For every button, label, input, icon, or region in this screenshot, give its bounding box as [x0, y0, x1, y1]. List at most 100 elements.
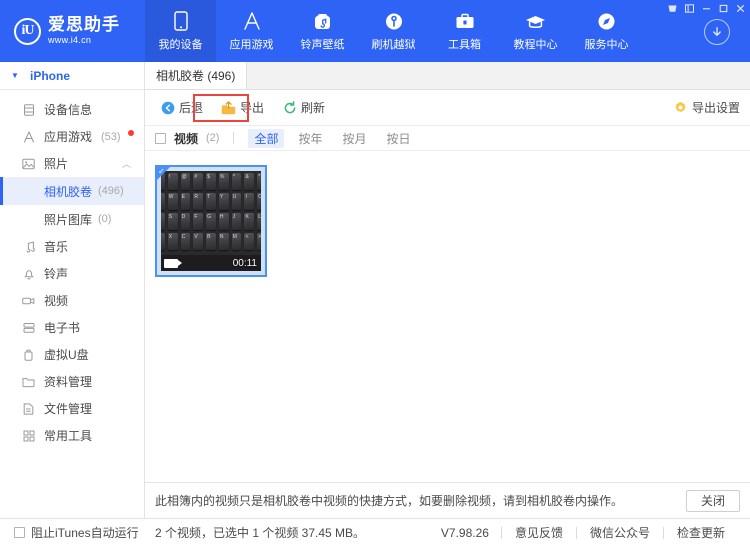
chevron-up-icon: ︿: [121, 159, 131, 169]
back-icon: [160, 100, 175, 115]
nav-item-my-device[interactable]: 我的设备: [145, 0, 216, 62]
sidebar-subitem-count: (496): [98, 185, 124, 197]
device-selector[interactable]: ▼ iPhone: [0, 62, 144, 90]
sidebar-item-label: 铃声: [44, 267, 69, 281]
device-info-icon: [22, 103, 35, 116]
sidebar-item-data-management[interactable]: 资料管理: [0, 368, 144, 395]
video-duration: 00:11: [232, 258, 257, 269]
apps-icon: [22, 130, 35, 143]
graduation-icon: [525, 11, 546, 31]
sidebar-item-photos[interactable]: 照片 ︿: [0, 150, 144, 177]
export-settings-button[interactable]: 导出设置: [673, 99, 740, 116]
folder-icon: [22, 375, 35, 388]
sidebar-item-virtual-usb[interactable]: 虚拟U盘: [0, 341, 144, 368]
filter-count: (2): [206, 132, 220, 144]
sidebar-item-photo-library[interactable]: 照片图库 (0): [0, 205, 144, 233]
brand-logo-area: iU 爱思助手 www.i4.cn: [0, 0, 145, 62]
window-controls: [664, 2, 748, 15]
itunes-checkbox-group: 阻止iTunes自动运行: [0, 524, 145, 541]
select-all-videos-checkbox[interactable]: [155, 132, 166, 144]
nav-item-apps-games[interactable]: 应用游戏: [216, 0, 287, 62]
nav-item-service-center[interactable]: 服务中心: [571, 0, 642, 62]
check-icon: ✓: [158, 167, 165, 176]
notice-text: 此相簿内的视频只是相机胶卷中视频的快捷方式，如要删除视频，请到相机胶卷内操作。: [155, 494, 624, 508]
app-window: iU 爱思助手 www.i4.cn 我的设备 应用游戏 铃声壁纸 刷机越狱 工具…: [0, 0, 750, 546]
export-icon: [221, 100, 236, 115]
sidebar-item-ebook[interactable]: 电子书: [0, 314, 144, 341]
back-button[interactable]: 后退: [153, 96, 210, 119]
brand-url: www.i4.cn: [48, 35, 92, 46]
nav-item-label: 教程中心: [513, 38, 558, 51]
block-itunes-checkbox[interactable]: [14, 527, 25, 538]
sidebar-item-label: 照片: [44, 157, 69, 171]
video-icon: [22, 294, 35, 307]
chevron-down-icon: ▼: [11, 71, 19, 80]
nav-item-label: 铃声壁纸: [300, 38, 345, 51]
phone-icon: [173, 10, 188, 31]
nav-items: 我的设备 应用游戏 铃声壁纸 刷机越狱 工具箱 教程中心 服务中心: [145, 0, 642, 62]
sidebar-subitem-label: 照片图库: [44, 212, 93, 227]
check-update-link[interactable]: 检查更新: [664, 524, 738, 541]
sidebar-item-file-management[interactable]: 文件管理: [0, 395, 144, 422]
sidebar-item-video[interactable]: 视频: [0, 287, 144, 314]
sidebar-item-label: 电子书: [44, 321, 81, 335]
refresh-icon: [282, 100, 297, 115]
sidebar-item-ringtone[interactable]: 铃声: [0, 260, 144, 287]
sidebar-list: 设备信息 应用游戏 (53) 照片 ︿ 相机胶卷 (496) 照片图库 (0) …: [0, 90, 144, 449]
export-button-label: 导出: [240, 101, 265, 115]
filter-chip-all[interactable]: 全部: [248, 128, 285, 148]
brand-name: 爱思助手: [48, 15, 120, 35]
status-summary: 2 个视频，已选中 1 个视频 37.45 MB。: [155, 526, 366, 540]
sidebar-item-music[interactable]: 音乐: [0, 233, 144, 260]
maximize-icon[interactable]: [715, 2, 731, 15]
file-icon: [22, 402, 35, 415]
nav-item-label: 应用游戏: [229, 38, 274, 51]
sidebar-item-label: 视频: [44, 294, 69, 308]
video-thumbnail-item[interactable]: ~!@#$%^&* QWERTYUIO ASDFGHJKL ZXCVBNM<> …: [155, 165, 267, 277]
flash-icon: [385, 11, 403, 31]
main-content: 相机胶卷 (496) 后退 导出 刷新 导出设置 视频 (2) 全部 按年 按月…: [145, 62, 750, 518]
notice-close-button[interactable]: 关闭: [686, 489, 740, 512]
thumbnail-image: ~!@#$%^&* QWERTYUIO ASDFGHJKL ZXCVBNM<> …: [161, 171, 261, 271]
sidebar-item-camera-roll[interactable]: 相机胶卷 (496): [0, 177, 144, 205]
filter-chip-by-month[interactable]: 按月: [337, 129, 373, 148]
sidebar-item-label: 文件管理: [44, 402, 93, 416]
menu-icon[interactable]: [681, 2, 697, 15]
ringtone-icon: [313, 11, 332, 31]
sidebar-item-label: 音乐: [44, 240, 69, 254]
nav-item-tutorial-center[interactable]: 教程中心: [500, 0, 571, 62]
app-version: V7.98.26: [440, 525, 489, 540]
nav-item-toolbox[interactable]: 工具箱: [429, 0, 500, 62]
close-icon[interactable]: [732, 2, 748, 15]
wechat-link[interactable]: 微信公众号: [577, 524, 663, 541]
filter-chip-by-day[interactable]: 按日: [381, 129, 417, 148]
status-bar: 阻止iTunes自动运行 2 个视频，已选中 1 个视频 37.45 MB。 V…: [0, 518, 750, 546]
device-name: iPhone: [30, 68, 71, 83]
divider: [233, 132, 235, 144]
download-icon[interactable]: [704, 19, 730, 45]
export-button[interactable]: 导出: [214, 96, 271, 119]
sidebar-item-common-tools[interactable]: 常用工具: [0, 422, 144, 449]
skin-icon[interactable]: [664, 2, 680, 15]
sidebar-item-label: 应用游戏: [44, 130, 93, 144]
gear-icon: [673, 100, 688, 115]
sidebar-item-apps-games[interactable]: 应用游戏 (53): [0, 123, 144, 150]
minimize-icon[interactable]: [698, 2, 714, 15]
sidebar-subitem-label: 相机胶卷: [44, 184, 93, 199]
nav-item-flash-jailbreak[interactable]: 刷机越狱: [358, 0, 429, 62]
feedback-link[interactable]: 意见反馈: [502, 524, 576, 541]
block-itunes-label: 阻止iTunes自动运行: [31, 526, 139, 540]
sidebar-item-count: (53): [101, 130, 121, 143]
video-type-icon: [164, 259, 182, 268]
nav-item-ringtone-wallpaper[interactable]: 铃声壁纸: [287, 0, 358, 62]
media-grid: ~!@#$%^&* QWERTYUIO ASDFGHJKL ZXCVBNM<> …: [145, 151, 750, 277]
status-right-group: V7.98.26 意见反馈 微信公众号 检查更新: [429, 524, 750, 541]
sidebar-item-label: 常用工具: [44, 429, 93, 443]
sidebar-item-device-info[interactable]: 设备信息: [0, 96, 144, 123]
filter-chip-by-year[interactable]: 按年: [292, 129, 328, 148]
tab-camera-roll[interactable]: 相机胶卷 (496): [145, 62, 248, 89]
notification-badge-dot: [127, 130, 134, 136]
nav-item-label: 工具箱: [448, 38, 481, 51]
refresh-button[interactable]: 刷新: [275, 96, 332, 119]
grid-icon: [22, 429, 35, 442]
